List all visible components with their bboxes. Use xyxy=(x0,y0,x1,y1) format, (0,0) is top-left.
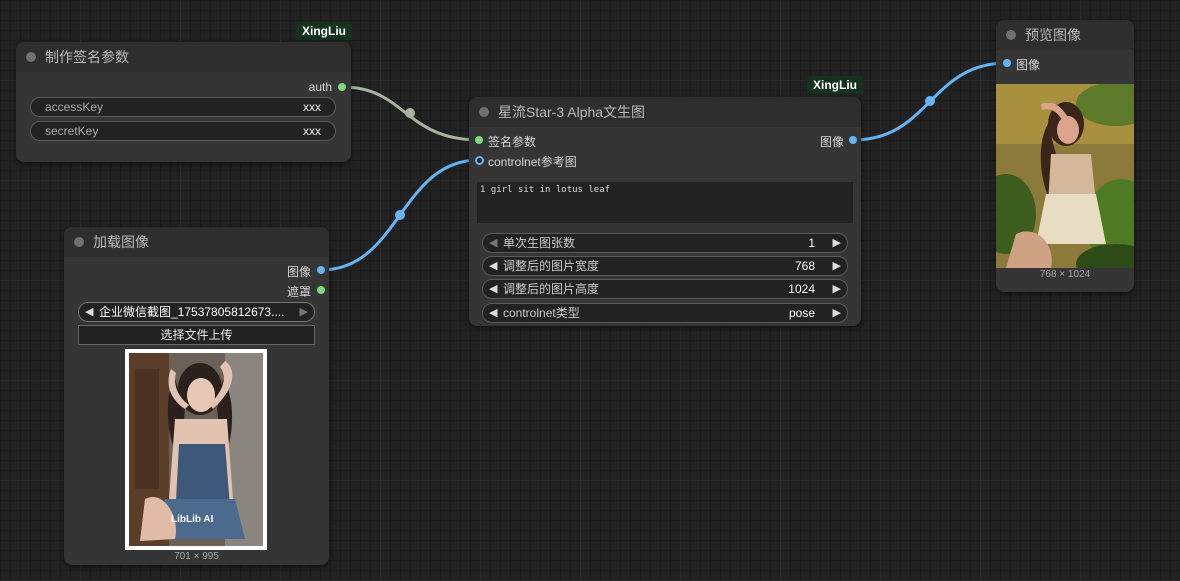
widget-value: xxx xyxy=(303,124,321,138)
decrement-arrow-icon[interactable]: ◀ xyxy=(489,280,497,298)
xingliu-badge-sign: XingLiu xyxy=(296,22,352,40)
collapse-dot-icon[interactable] xyxy=(26,52,36,62)
load-image-node[interactable]: 加载图像 图像 遮罩 ◀ 企业微信截图_17537805812673.... ▶… xyxy=(64,227,329,565)
next-arrow-icon[interactable]: ▶ xyxy=(833,304,841,322)
node-title: 星流Star-3 Alpha文生图 xyxy=(498,104,646,120)
preview-image-node[interactable]: 预览图像 图像 768 × 1024 xyxy=(996,20,1134,292)
next-arrow-icon[interactable]: ▶ xyxy=(300,303,308,321)
input-label-controlnet: controlnet参考图 xyxy=(488,155,577,169)
output-slot-image[interactable] xyxy=(317,266,325,274)
width-stepper[interactable]: ◀ 调整后的图片宽度 768 ▶ xyxy=(482,256,848,276)
output-label-mask: 遮罩 xyxy=(286,285,311,299)
widget-label: 调整后的图片高度 xyxy=(503,282,600,296)
upload-file-button[interactable]: 选择文件上传 xyxy=(78,325,315,345)
widget-value: 1024 xyxy=(788,282,815,296)
generated-photo xyxy=(996,84,1134,268)
node-title-bar[interactable]: 加载图像 xyxy=(64,227,329,257)
star3-text2image-node[interactable]: 星流Star-3 Alpha文生图 签名参数 controlnet参考图 图像 … xyxy=(469,97,861,326)
sign-params-node[interactable]: 制作签名参数 auth accessKey xxx secretKey xxx xyxy=(16,42,351,162)
node-title-bar[interactable]: 预览图像 xyxy=(996,20,1134,50)
xingliu-badge-star: XingLiu xyxy=(807,76,863,94)
increment-arrow-icon[interactable]: ▶ xyxy=(833,257,841,275)
widget-label: accessKey xyxy=(45,100,104,114)
output-label-auth: auth xyxy=(308,80,332,94)
node-title: 加载图像 xyxy=(93,234,149,250)
prev-arrow-icon[interactable]: ◀ xyxy=(489,304,497,322)
link-auth-midpoint[interactable] xyxy=(405,108,415,118)
increment-arrow-icon[interactable]: ▶ xyxy=(833,280,841,298)
prev-arrow-icon[interactable]: ◀ xyxy=(85,303,93,321)
accesskey-field[interactable]: accessKey xxx xyxy=(30,97,336,117)
secretkey-field[interactable]: secretKey xxx xyxy=(30,121,336,141)
generated-image-preview xyxy=(996,84,1134,268)
widget-value: 1 xyxy=(808,236,815,250)
image-file-select[interactable]: ◀ 企业微信截图_17537805812673.... ▶ xyxy=(78,302,315,322)
widget-label: controlnet类型 xyxy=(503,306,580,320)
batch-count-stepper[interactable]: ◀ 单次生图张数 1 ▶ xyxy=(482,233,848,253)
collapse-dot-icon[interactable] xyxy=(1006,30,1016,40)
widget-label: 调整后的图片宽度 xyxy=(503,259,600,273)
decrement-arrow-icon[interactable]: ◀ xyxy=(489,234,497,252)
link-output-midpoint[interactable] xyxy=(925,96,935,106)
widget-label: secretKey xyxy=(45,124,99,138)
output-slot-image[interactable] xyxy=(849,136,857,144)
node-title-bar[interactable]: 制作签名参数 xyxy=(16,42,351,72)
prompt-textarea[interactable]: 1 girl sit in lotus leaf xyxy=(477,182,853,223)
output-slot-auth[interactable] xyxy=(338,83,346,91)
selected-file-name: 企业微信截图_17537805812673.... xyxy=(99,305,285,319)
link-image-midpoint[interactable] xyxy=(395,210,405,220)
output-label-image: 图像 xyxy=(286,265,311,279)
input-slot-sign-params[interactable] xyxy=(475,136,483,144)
collapse-dot-icon[interactable] xyxy=(74,237,84,247)
input-label-sign-params: 签名参数 xyxy=(488,135,537,149)
loaded-image-preview: LibLib AI xyxy=(125,349,267,550)
controlnet-type-select[interactable]: ◀ controlnet类型 pose ▶ xyxy=(482,303,848,323)
loaded-photo: LibLib AI xyxy=(129,353,263,546)
output-label-image: 图像 xyxy=(819,135,844,149)
input-slot-image[interactable] xyxy=(1003,59,1011,67)
increment-arrow-icon[interactable]: ▶ xyxy=(833,234,841,252)
widget-value: pose xyxy=(788,306,815,320)
input-label-image: 图像 xyxy=(1016,58,1041,72)
image-dimensions: 768 × 1024 xyxy=(1039,269,1091,280)
liblib-watermark: LibLib AI xyxy=(171,514,214,525)
node-title-bar[interactable]: 星流Star-3 Alpha文生图 xyxy=(469,97,861,127)
widget-value: xxx xyxy=(303,100,321,114)
input-slot-controlnet[interactable] xyxy=(475,156,484,165)
decrement-arrow-icon[interactable]: ◀ xyxy=(489,257,497,275)
node-title: 预览图像 xyxy=(1025,27,1081,43)
height-stepper[interactable]: ◀ 调整后的图片高度 1024 ▶ xyxy=(482,279,848,299)
node-title: 制作签名参数 xyxy=(45,49,129,65)
widget-label: 单次生图张数 xyxy=(503,236,576,250)
image-dimensions: 701 × 995 xyxy=(174,551,219,562)
collapse-dot-icon[interactable] xyxy=(479,107,489,117)
output-slot-mask[interactable] xyxy=(317,286,325,294)
widget-value: 768 xyxy=(794,259,815,273)
